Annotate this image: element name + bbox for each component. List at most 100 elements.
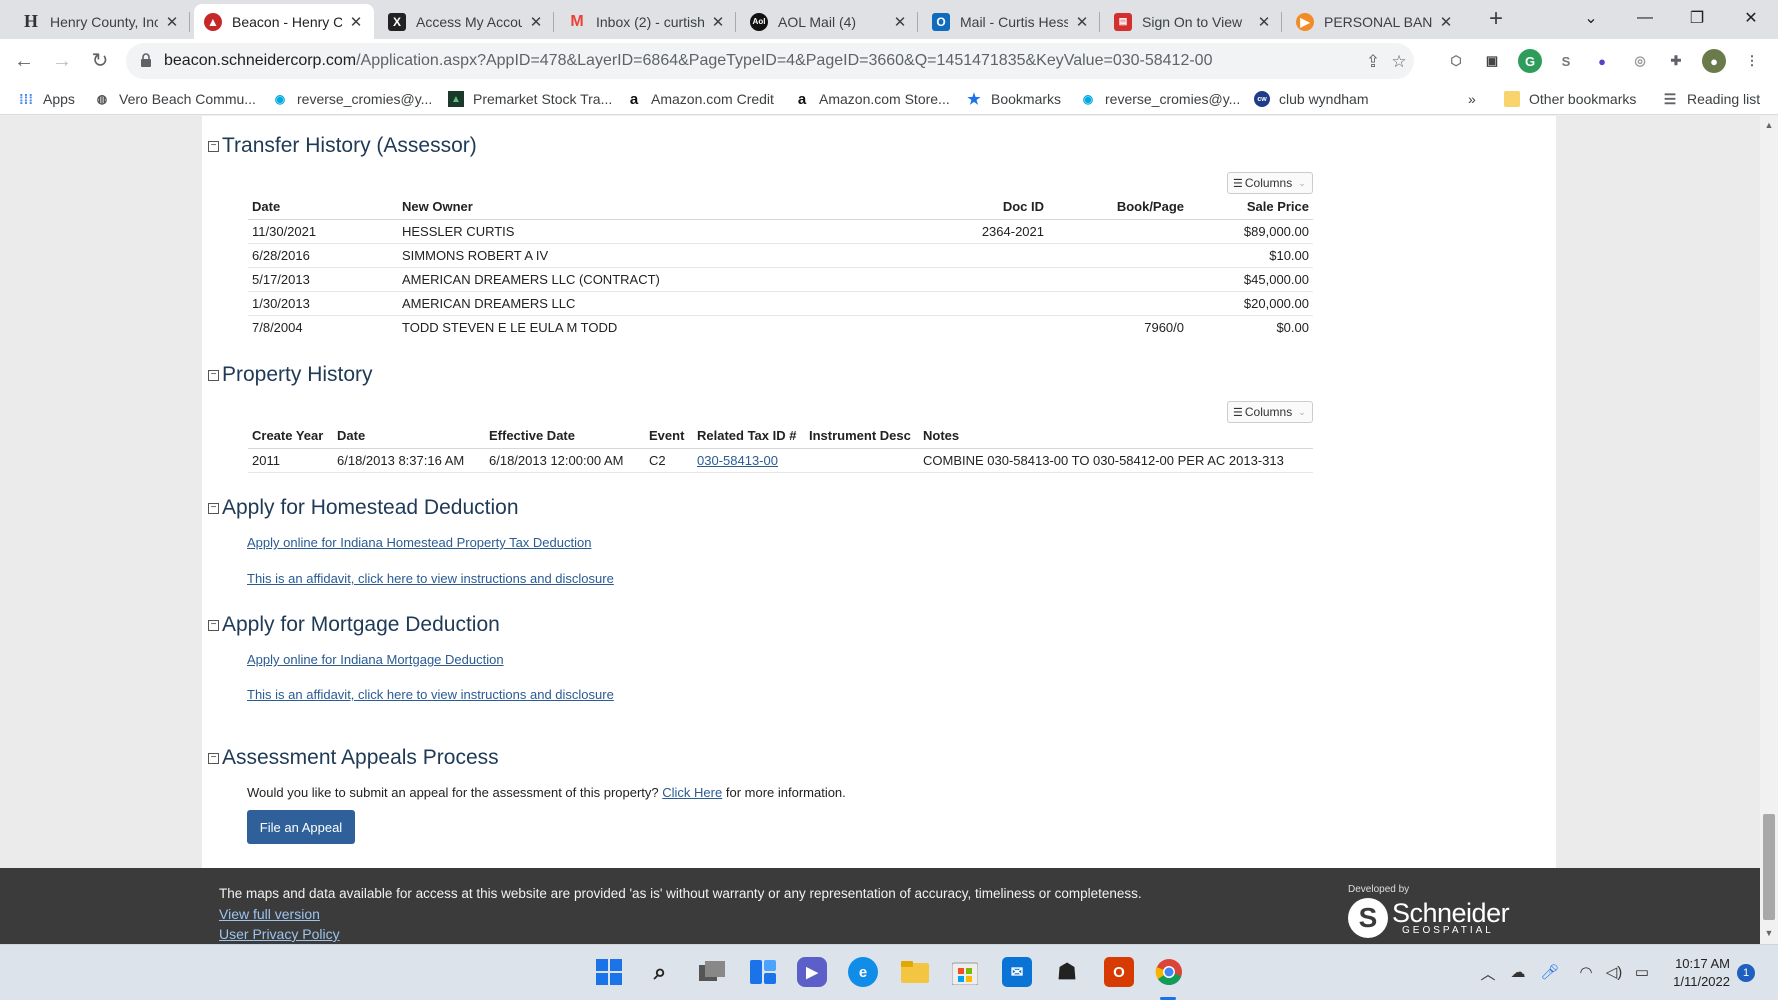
transfer-history-header[interactable]: − Transfer History (Assessor) <box>208 134 477 158</box>
bookmark-club-wyndham[interactable]: cw club wyndham <box>1254 88 1369 110</box>
microsoft-store-icon[interactable] <box>950 957 980 987</box>
tab-personal-bank[interactable]: ▶ PERSONAL BANK ✕ <box>1286 4 1464 39</box>
alienware-icon[interactable]: ☗ <box>1052 957 1082 987</box>
minimize-icon[interactable]: — <box>1620 0 1670 36</box>
close-icon[interactable]: ✕ <box>710 13 726 31</box>
new-tab-plus-icon[interactable]: + <box>1482 6 1510 34</box>
bookmark-premarket[interactable]: ▲ Premarket Stock Tra... <box>448 88 612 110</box>
office-icon[interactable]: O <box>1104 957 1134 987</box>
close-icon[interactable]: ✕ <box>528 13 544 31</box>
close-icon[interactable]: ✕ <box>1256 13 1272 31</box>
collapse-toggle-icon[interactable]: − <box>208 369 219 381</box>
chrome-icon[interactable] <box>1154 957 1184 987</box>
bookmark-other-bookmarks[interactable]: Other bookmarks <box>1504 88 1636 110</box>
extension-headset-icon[interactable]: ◎ <box>1628 49 1652 73</box>
tab-aol-mail[interactable]: Aol AOL Mail (4) ✕ <box>740 4 918 39</box>
restore-icon[interactable]: ❐ <box>1672 0 1722 36</box>
bookmark-reverse-cromies-2[interactable]: ◉ reverse_cromies@y... <box>1080 88 1241 110</box>
extension-puzzle-box-icon[interactable]: ▣ <box>1480 49 1504 73</box>
scrollbar-thumb[interactable] <box>1763 814 1775 920</box>
task-view-icon[interactable] <box>697 957 727 987</box>
view-full-version-link[interactable]: View full version <box>219 906 320 922</box>
search-icon[interactable]: ⌕ <box>645 957 675 987</box>
edge-browser-icon[interactable]: e <box>848 957 878 987</box>
appeal-click-here-link[interactable]: Click Here <box>662 785 722 800</box>
grammarly-extension-icon[interactable]: G <box>1518 49 1542 73</box>
wifi-icon[interactable]: ◠ <box>1576 963 1596 981</box>
bookmark-reverse-cromies-1[interactable]: ◉ reverse_cromies@y... <box>272 88 433 110</box>
tab-outlook-mail[interactable]: O Mail - Curtis Hess ✕ <box>922 4 1100 39</box>
teams-chat-icon[interactable]: ▶ <box>797 957 827 987</box>
collapse-toggle-icon[interactable]: − <box>208 752 219 764</box>
tab-henry-county[interactable]: H Henry County, Inc ✕ <box>12 4 190 39</box>
back-arrow-icon[interactable]: ← <box>10 47 38 75</box>
transfer-columns-button[interactable]: ☰ Columns ⌄ <box>1227 172 1313 194</box>
menu-kebab-icon[interactable]: ⋮ <box>1740 49 1764 73</box>
homestead-apply-link[interactable]: Apply online for Indiana Homestead Prope… <box>247 535 591 550</box>
assessment-appeals-header[interactable]: − Assessment Appeals Process <box>208 746 499 770</box>
mortgage-apply-link[interactable]: Apply online for Indiana Mortgage Deduct… <box>247 652 504 667</box>
file-explorer-icon[interactable] <box>900 957 930 987</box>
schneider-geospatial-logo[interactable]: S Schneider GEOSPATIAL <box>1348 898 1510 938</box>
mail-icon[interactable]: ✉ <box>1002 957 1032 987</box>
bookmark-amazon-store[interactable]: a Amazon.com Store... <box>794 88 950 110</box>
table-row: 5/17/2013 AMERICAN DREAMERS LLC (CONTRAC… <box>248 267 1313 292</box>
onedrive-cloud-icon[interactable]: ☁ <box>1508 963 1528 981</box>
extension-s-icon[interactable]: S <box>1554 49 1578 73</box>
close-icon[interactable]: ✕ <box>164 13 180 31</box>
bookmark-star-icon[interactable]: ☆ <box>1388 51 1410 73</box>
notification-badge[interactable]: 1 <box>1737 964 1755 982</box>
extension-purple-icon[interactable]: ● <box>1590 49 1614 73</box>
extension-shield-icon[interactable]: ⬡ <box>1444 49 1468 73</box>
property-columns-button[interactable]: ☰ Columns ⌄ <box>1227 401 1313 423</box>
bookmark-amazon-credit[interactable]: a Amazon.com Credit <box>626 88 774 110</box>
browser-tab-strip: H Henry County, Inc ✕ ▲ Beacon - Henry C… <box>0 0 1778 39</box>
address-bar[interactable]: beacon.schneidercorp.com/Application.asp… <box>126 43 1414 79</box>
bookmark-reading-list[interactable]: ☰ Reading list <box>1662 88 1760 110</box>
collapse-toggle-icon[interactable]: − <box>208 502 219 514</box>
more-bookmarks-chevron-icon[interactable]: » <box>1468 88 1476 110</box>
tab-access-my-account[interactable]: X Access My Accou ✕ <box>378 4 554 39</box>
battery-icon[interactable]: ▭ <box>1632 963 1652 981</box>
column-header: Related Tax ID # <box>693 423 805 449</box>
file-appeal-button[interactable]: File an Appeal <box>247 810 355 844</box>
privacy-policy-link[interactable]: User Privacy Policy <box>219 926 340 942</box>
scroll-up-arrow-icon[interactable]: ▲ <box>1764 120 1774 130</box>
reload-icon[interactable]: ↻ <box>86 47 114 75</box>
close-icon[interactable]: ✕ <box>892 13 908 31</box>
volume-icon[interactable]: ◁) <box>1604 963 1624 981</box>
extensions-puzzle-icon[interactable]: ✚ <box>1664 49 1688 73</box>
bookmark-vero-beach[interactable]: ◍ Vero Beach Commu... <box>94 88 256 110</box>
show-hidden-icons-chevron-icon[interactable]: ︿ <box>1478 963 1498 984</box>
forward-arrow-icon[interactable]: → <box>48 47 76 75</box>
window-close-icon[interactable]: ✕ <box>1726 0 1776 36</box>
tab-sign-on[interactable]: ▤ Sign On to View ✕ <box>1104 4 1282 39</box>
x-brand-icon: X <box>388 12 406 31</box>
collapse-toggle-icon[interactable]: − <box>208 140 219 152</box>
tab-search-chevron-icon[interactable]: ⌄ <box>1566 0 1616 36</box>
close-icon[interactable]: ✕ <box>1074 13 1090 31</box>
widgets-icon[interactable] <box>748 957 778 987</box>
mortgage-deduction-header[interactable]: − Apply for Mortgage Deduction <box>208 613 500 637</box>
property-history-header[interactable]: − Property History <box>208 363 373 387</box>
mortgage-affidavit-link[interactable]: This is an affidavit, click here to view… <box>247 687 614 702</box>
collapse-toggle-icon[interactable]: − <box>208 619 219 631</box>
profile-avatar[interactable]: ● <box>1702 49 1726 73</box>
homestead-affidavit-link[interactable]: This is an affidavit, click here to view… <box>247 571 614 586</box>
tab-beacon[interactable]: ▲ Beacon - Henry C ✕ <box>194 4 374 39</box>
bookmark-apps[interactable]: ⁞⁞⁞ Apps <box>18 88 75 110</box>
share-icon[interactable]: ⇪ <box>1362 51 1384 73</box>
bookmark-bookmarks[interactable]: ★ Bookmarks <box>966 88 1061 110</box>
related-tax-id-link[interactable]: 030-58413-00 <box>697 453 778 468</box>
system-clock[interactable]: 10:17 AM 1/11/2022 <box>1666 955 1730 991</box>
microphone-icon[interactable]: 🎤︎ <box>1540 963 1560 981</box>
page-scrollbar[interactable]: ▲ ▼ <box>1760 116 1778 944</box>
homestead-deduction-header[interactable]: − Apply for Homestead Deduction <box>208 496 519 520</box>
close-icon[interactable]: ✕ <box>1438 13 1454 31</box>
column-header: Effective Date <box>485 423 645 449</box>
folder-icon <box>1504 91 1520 107</box>
tab-gmail-inbox[interactable]: M Inbox (2) - curtish ✕ <box>558 4 736 39</box>
windows-start-icon[interactable] <box>594 957 624 987</box>
scroll-down-arrow-icon[interactable]: ▼ <box>1764 928 1774 938</box>
close-icon[interactable]: ✕ <box>348 13 364 31</box>
